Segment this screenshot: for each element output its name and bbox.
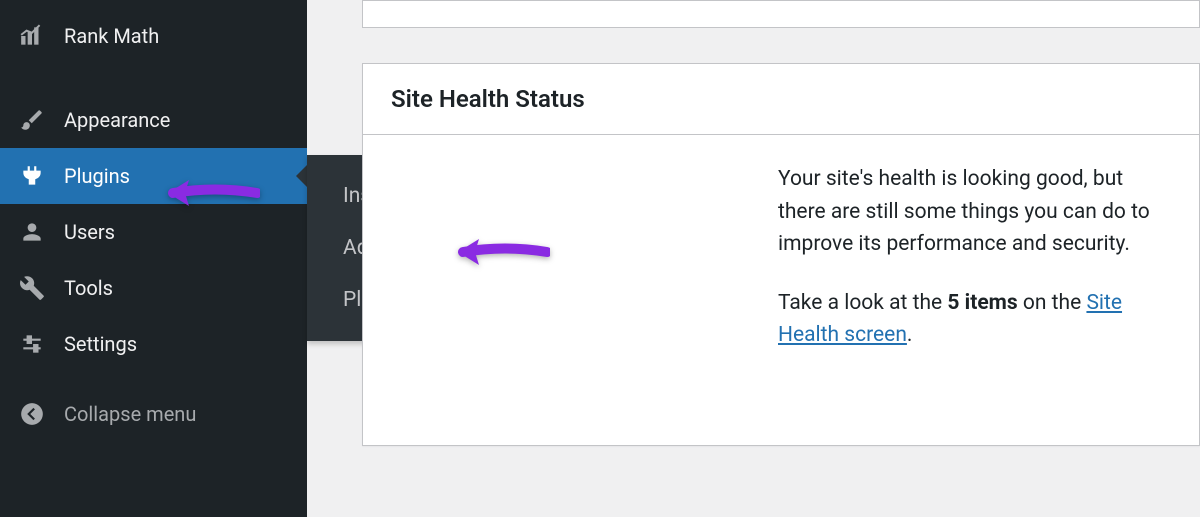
sidebar-item-appearance[interactable]: Appearance [0,92,307,148]
admin-sidebar: Rank Math Appearance Plugins Users Tools… [0,0,307,517]
sliders-icon [18,330,46,358]
card-body: Your site's health is looking good, but … [363,135,1199,445]
items-count: 5 items [947,291,1017,315]
sidebar-collapse-label: Collapse menu [64,402,196,426]
brush-icon [18,106,46,134]
sidebar-item-label: Tools [64,276,113,300]
sidebar-item-tools[interactable]: Tools [0,260,307,316]
sidebar-item-plugins[interactable]: Plugins [0,148,307,204]
sidebar-item-label: Appearance [64,108,170,132]
sidebar-item-label: Settings [64,332,137,356]
sidebar-collapse[interactable]: Collapse menu [0,386,307,442]
sidebar-item-rankmath[interactable]: Rank Math [0,8,307,64]
rankmath-icon [18,22,46,50]
health-text-1: Your site's health is looking good, but … [778,163,1171,261]
sidebar-item-users[interactable]: Users [0,204,307,260]
collapse-icon [18,400,46,428]
sidebar-item-label: Users [64,220,115,244]
health-text-2: Take a look at the 5 items on the Site H… [778,287,1171,352]
card-title: Site Health Status [363,64,1199,135]
sidebar-item-label: Rank Math [64,24,159,48]
user-icon [18,218,46,246]
arrow-annotation [455,227,550,281]
plug-icon [18,162,46,190]
sidebar-item-settings[interactable]: Settings [0,316,307,372]
wrench-icon [18,274,46,302]
card-sliver [362,0,1200,28]
sidebar-item-label: Plugins [64,164,130,188]
arrow-annotation [165,168,260,222]
